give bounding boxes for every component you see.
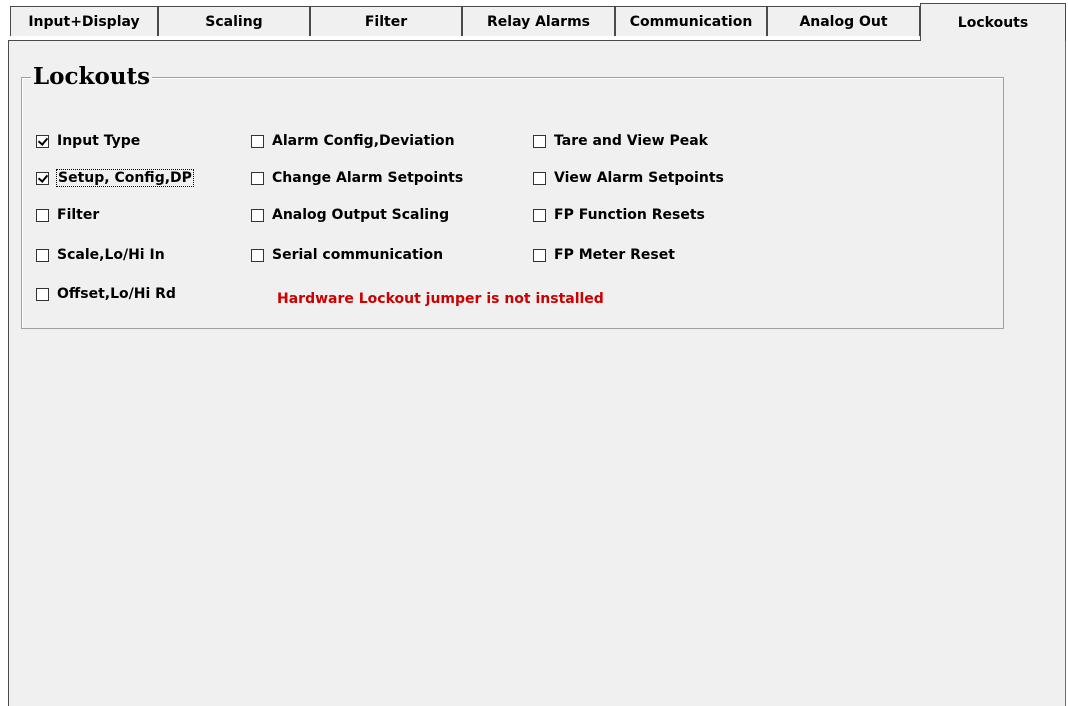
tab-lockouts[interactable]: Lockouts bbox=[920, 3, 1066, 41]
checkbox-setup-config-dp[interactable]: Setup, Config,DP bbox=[36, 169, 194, 187]
tab-label: Input+Display bbox=[28, 13, 140, 30]
checkbox-label: Serial communication bbox=[272, 247, 444, 263]
checkbox-alarm-config-deviation[interactable]: Alarm Config,Deviation bbox=[251, 133, 455, 149]
checkbox-icon[interactable] bbox=[251, 248, 264, 262]
group-title: Lockouts bbox=[31, 63, 153, 91]
tab-scaling[interactable]: Scaling bbox=[158, 6, 310, 36]
checkbox-icon[interactable] bbox=[36, 208, 49, 222]
checkbox-label: Tare and View Peak bbox=[554, 133, 708, 149]
lockouts-panel: Lockouts Input Type Setup, Config,DP Fil… bbox=[8, 40, 1066, 706]
tab-filter[interactable]: Filter bbox=[310, 6, 462, 36]
checkbox-label: View Alarm Setpoints bbox=[554, 170, 724, 186]
checkbox-label: FP Meter Reset bbox=[554, 247, 675, 263]
hardware-lockout-warning: Hardware Lockout jumper is not installed bbox=[277, 291, 604, 307]
checkbox-icon[interactable] bbox=[533, 171, 546, 185]
tab-label: Communication bbox=[629, 13, 753, 30]
checkbox-icon[interactable] bbox=[251, 208, 264, 222]
checkbox-icon[interactable] bbox=[251, 171, 264, 185]
checkbox-input-type[interactable]: Input Type bbox=[36, 133, 140, 149]
checkbox-icon[interactable] bbox=[36, 248, 49, 262]
checkbox-label: Offset,Lo/Hi Rd bbox=[57, 286, 176, 302]
checkbox-icon[interactable] bbox=[36, 287, 49, 301]
tab-relay-alarms[interactable]: Relay Alarms bbox=[462, 6, 615, 36]
checkbox-scale-lo-hi-in[interactable]: Scale,Lo/Hi In bbox=[36, 247, 165, 263]
checkbox-view-alarm-setpoints[interactable]: View Alarm Setpoints bbox=[533, 170, 724, 186]
tab-strip: Input+Display Scaling Filter Relay Alarm… bbox=[0, 0, 1068, 41]
checkbox-label: Setup, Config,DP bbox=[56, 169, 194, 187]
checkbox-fp-meter-reset[interactable]: FP Meter Reset bbox=[533, 247, 675, 263]
checkbox-label: Scale,Lo/Hi In bbox=[57, 247, 165, 263]
checkbox-tare-and-view-peak[interactable]: Tare and View Peak bbox=[533, 133, 708, 149]
checkbox-change-alarm-setpoints[interactable]: Change Alarm Setpoints bbox=[251, 170, 463, 186]
tab-label: Relay Alarms bbox=[487, 13, 590, 30]
checkbox-icon[interactable] bbox=[36, 134, 49, 148]
checkbox-icon[interactable] bbox=[251, 134, 264, 148]
tab-communication[interactable]: Communication bbox=[615, 6, 767, 36]
checkbox-fp-function-resets[interactable]: FP Function Resets bbox=[533, 207, 705, 223]
checkbox-icon[interactable] bbox=[533, 248, 546, 262]
tab-label: Scaling bbox=[205, 13, 263, 30]
checkbox-analog-output-scaling[interactable]: Analog Output Scaling bbox=[251, 207, 449, 223]
checkbox-label: Analog Output Scaling bbox=[272, 207, 450, 223]
checkbox-label: Input Type bbox=[57, 133, 141, 149]
checkbox-label: Change Alarm Setpoints bbox=[272, 170, 464, 186]
checkbox-label: Filter bbox=[57, 207, 100, 223]
checkbox-filter[interactable]: Filter bbox=[36, 207, 99, 223]
tab-analog-out[interactable]: Analog Out bbox=[767, 6, 920, 36]
tab-label: Filter bbox=[364, 13, 408, 30]
tab-input-display[interactable]: Input+Display bbox=[10, 6, 158, 36]
checkbox-label: FP Function Resets bbox=[554, 207, 705, 223]
tab-label: Lockouts bbox=[957, 14, 1029, 31]
checkbox-offset-lo-hi-rd[interactable]: Offset,Lo/Hi Rd bbox=[36, 286, 176, 302]
checkbox-serial-communication[interactable]: Serial communication bbox=[251, 247, 443, 263]
checkbox-icon[interactable] bbox=[533, 134, 546, 148]
checkbox-label: Alarm Config,Deviation bbox=[272, 133, 455, 149]
tab-label: Analog Out bbox=[799, 13, 888, 30]
checkbox-icon[interactable] bbox=[533, 208, 546, 222]
checkbox-icon[interactable] bbox=[36, 171, 49, 185]
